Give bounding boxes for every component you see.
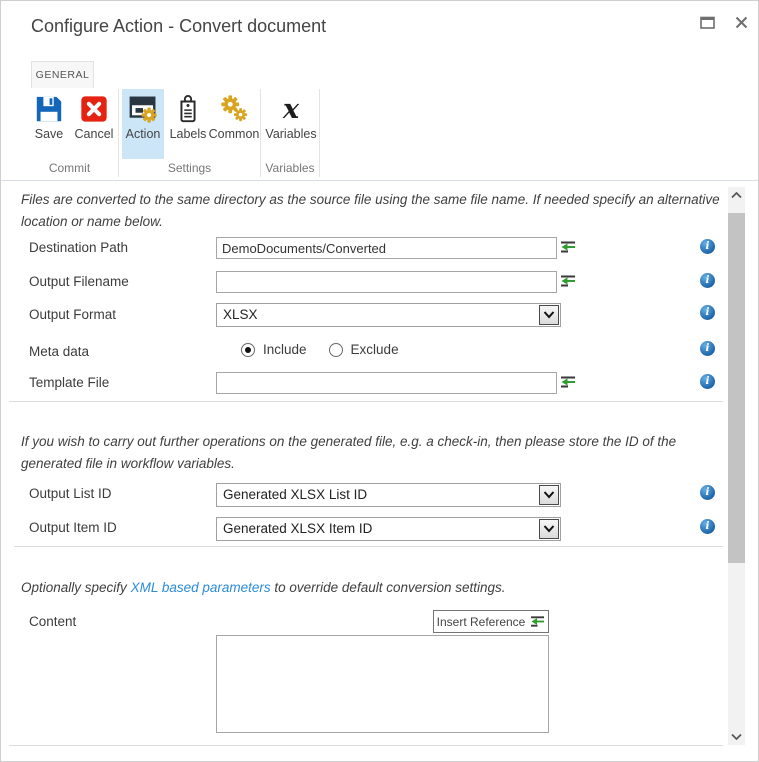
intro-xml-suffix: to override default conversion settings. xyxy=(271,580,506,595)
insert-reference-icon xyxy=(530,615,545,628)
dialog-title: Configure Action - Convert document xyxy=(31,16,326,37)
maximize-icon xyxy=(700,16,715,29)
ribbon-group-separator xyxy=(319,89,320,177)
dropdown-button[interactable] xyxy=(539,305,559,325)
intro-xml-text: Optionally specify XML based parameters … xyxy=(21,577,721,599)
cancel-button[interactable]: Cancel xyxy=(70,89,118,159)
dropdown-button[interactable] xyxy=(539,519,559,539)
labels-tag-icon xyxy=(173,94,203,124)
bottom-divider xyxy=(9,745,723,746)
dropdown-button[interactable] xyxy=(539,485,559,505)
chevron-down-icon xyxy=(731,733,742,740)
variables-button-label: Variables xyxy=(264,127,318,141)
destination-path-label: Destination Path xyxy=(29,240,128,255)
insert-reference-button-label: Insert Reference xyxy=(437,615,526,629)
template-file-input[interactable] xyxy=(216,372,557,394)
action-button[interactable]: Action xyxy=(122,89,164,159)
output-list-id-select[interactable]: Generated XLSX List ID xyxy=(216,483,561,507)
vertical-scrollbar[interactable] xyxy=(728,187,745,745)
output-format-label: Output Format xyxy=(29,307,116,322)
output-list-id-label: Output List ID xyxy=(29,486,112,501)
tab-general[interactable]: GENERAL xyxy=(31,61,94,88)
content-label: Content xyxy=(29,614,76,629)
common-button[interactable]: Common xyxy=(208,89,260,159)
chevron-down-icon xyxy=(543,491,555,499)
output-filename-input[interactable] xyxy=(216,271,557,293)
output-filename-label: Output Filename xyxy=(29,274,129,289)
configure-action-dialog: Configure Action - Convert document GENE… xyxy=(0,0,759,762)
variables-button[interactable]: Variables xyxy=(264,89,318,159)
scrollbar-thumb[interactable] xyxy=(728,213,745,563)
output-format-select[interactable]: XLSX xyxy=(216,303,561,327)
destination-path-input[interactable] xyxy=(216,237,557,259)
content-textarea[interactable] xyxy=(216,635,549,733)
info-icon[interactable] xyxy=(700,519,715,534)
info-icon[interactable] xyxy=(700,273,715,288)
common-gears-icon xyxy=(219,94,249,124)
cancel-icon xyxy=(79,94,109,124)
output-list-id-value: Generated XLSX List ID xyxy=(223,484,367,506)
scrollbar-down-button[interactable] xyxy=(728,728,745,745)
meta-data-label: Meta data xyxy=(29,344,89,359)
ribbon-group-variables: Variables xyxy=(261,160,319,179)
save-button-label: Save xyxy=(28,127,70,141)
include-radio[interactable] xyxy=(241,343,255,357)
labels-button-label: Labels xyxy=(166,127,210,141)
close-icon xyxy=(735,16,748,29)
insert-reference-icon[interactable] xyxy=(560,375,576,389)
insert-reference-button[interactable]: Insert Reference xyxy=(433,610,549,633)
variables-x-icon xyxy=(276,94,306,124)
ribbon-group-settings: Settings xyxy=(119,160,260,179)
chevron-down-icon xyxy=(543,311,555,319)
save-button[interactable]: Save xyxy=(28,89,70,159)
scrollbar-up-button[interactable] xyxy=(728,187,745,204)
info-icon[interactable] xyxy=(700,374,715,389)
section-divider xyxy=(14,546,723,547)
maximize-button[interactable] xyxy=(698,13,716,31)
insert-reference-icon[interactable] xyxy=(560,274,576,288)
exclude-radio-label[interactable]: Exclude xyxy=(351,342,399,357)
exclude-radio[interactable] xyxy=(329,343,343,357)
output-item-id-label: Output Item ID xyxy=(29,520,117,535)
include-radio-label[interactable]: Include xyxy=(263,342,307,357)
intro-workflow-text: If you wish to carry out further operati… xyxy=(21,431,721,474)
action-button-label: Action xyxy=(122,127,164,141)
info-icon[interactable] xyxy=(700,341,715,356)
output-format-value: XLSX xyxy=(223,304,258,326)
cancel-button-label: Cancel xyxy=(70,127,118,141)
chevron-down-icon xyxy=(543,525,555,533)
xml-parameters-link[interactable]: XML based parameters xyxy=(131,580,271,595)
info-icon[interactable] xyxy=(700,485,715,500)
meta-data-radio-group: Include Exclude xyxy=(241,342,413,357)
common-button-label: Common xyxy=(208,127,260,141)
action-window-gear-icon xyxy=(128,94,158,124)
template-file-label: Template File xyxy=(29,375,109,390)
info-icon[interactable] xyxy=(700,305,715,320)
intro-location-text: Files are converted to the same director… xyxy=(21,189,721,232)
labels-button[interactable]: Labels xyxy=(166,89,210,159)
form-content: Files are converted to the same director… xyxy=(1,181,728,762)
save-icon xyxy=(34,94,64,124)
chevron-up-icon xyxy=(731,192,742,199)
close-button[interactable] xyxy=(732,13,750,31)
intro-xml-prefix: Optionally specify xyxy=(21,580,131,595)
output-item-id-value: Generated XLSX Item ID xyxy=(223,518,372,540)
info-icon[interactable] xyxy=(700,239,715,254)
output-item-id-select[interactable]: Generated XLSX Item ID xyxy=(216,517,561,541)
section-divider xyxy=(9,401,723,402)
ribbon-group-commit: Commit xyxy=(21,160,118,179)
insert-reference-icon[interactable] xyxy=(560,240,576,254)
